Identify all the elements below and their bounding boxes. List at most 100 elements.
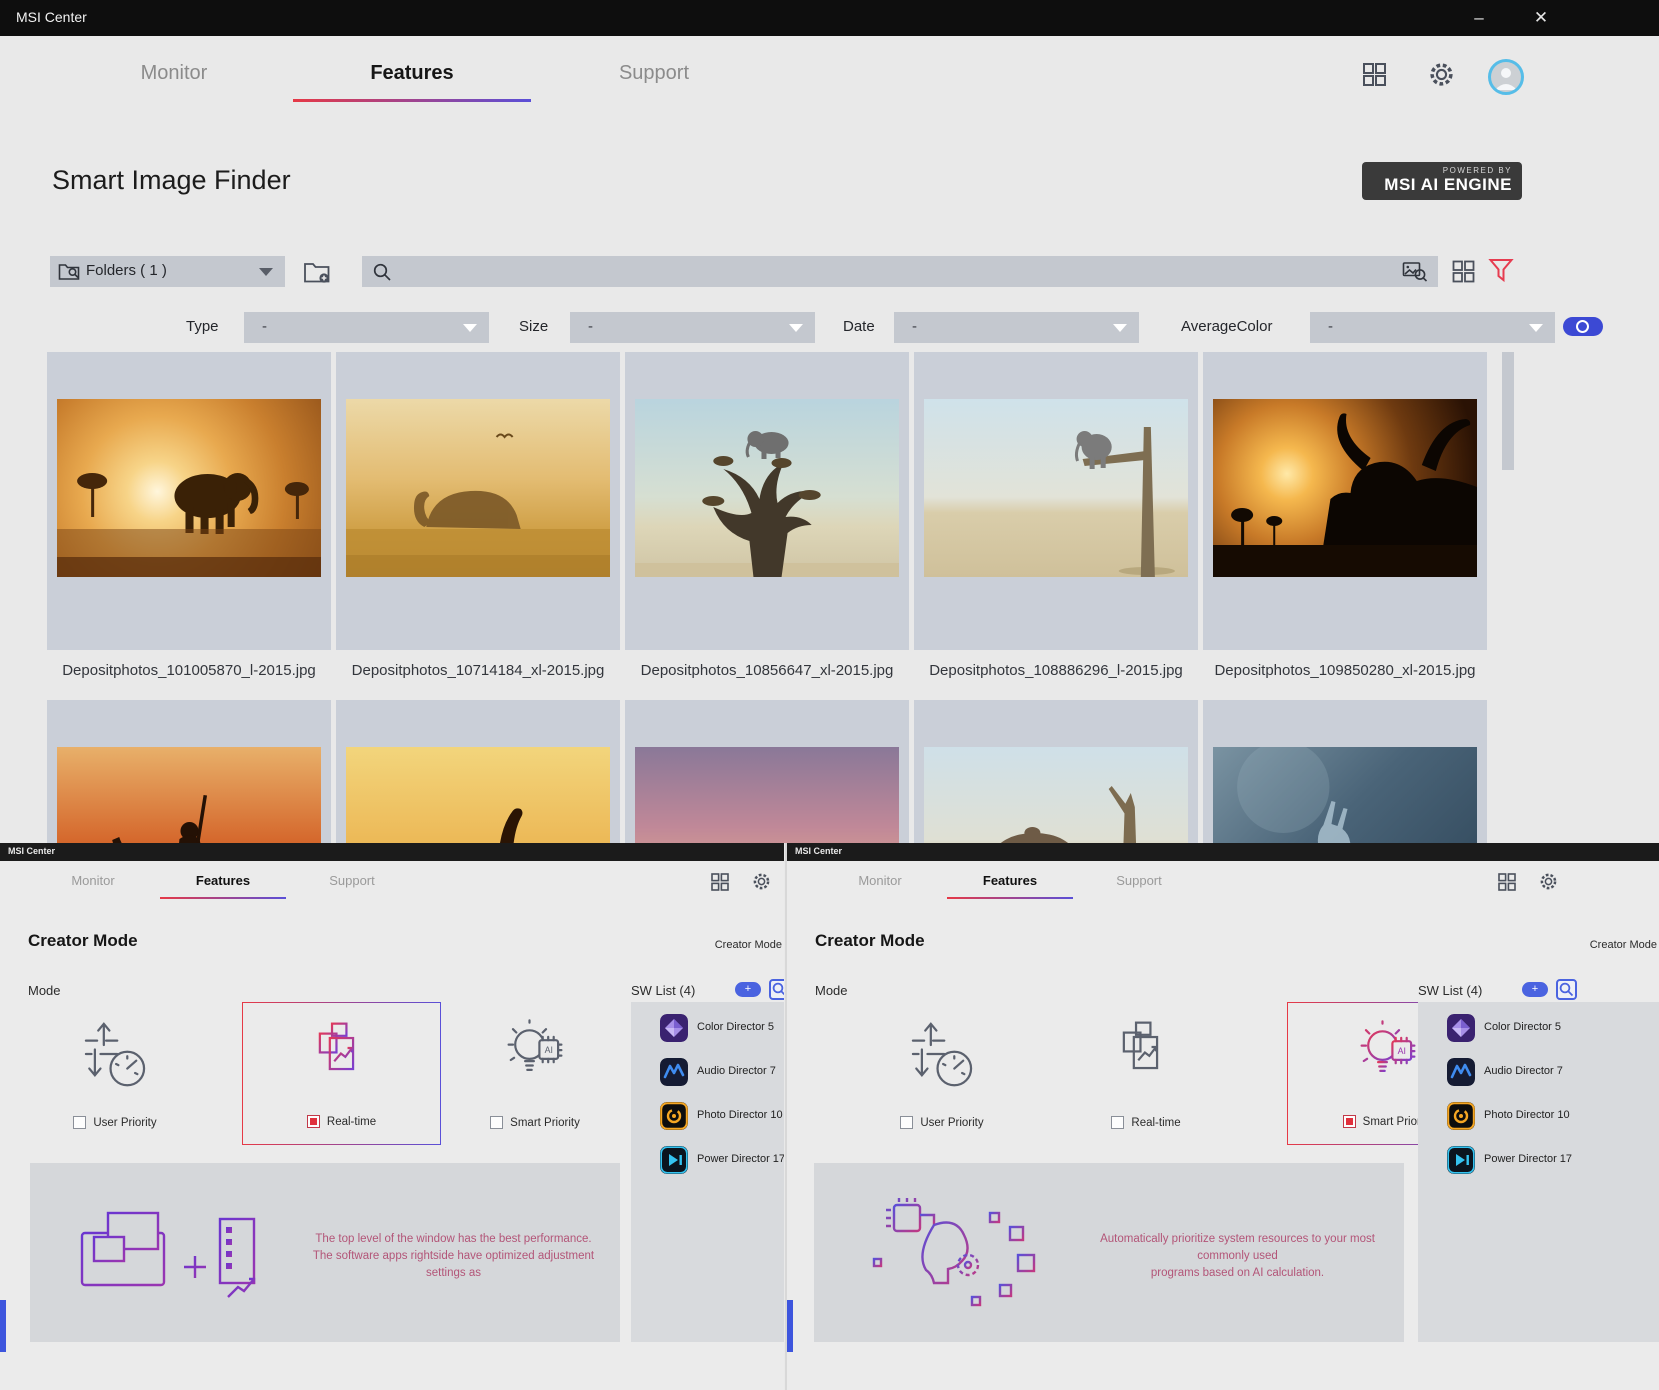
photo-elephant-on-tree[interactable] [635, 399, 899, 577]
mode-option-user-priority[interactable]: User Priority [30, 1002, 200, 1145]
chevron-down-icon [1529, 324, 1543, 332]
sw-add-button[interactable]: + [1522, 982, 1548, 997]
sw-search-button[interactable] [1556, 979, 1577, 1000]
apps-grid-icon[interactable] [1362, 62, 1387, 92]
grid-view-icon[interactable] [1452, 260, 1475, 288]
user-priority-checkbox[interactable] [73, 1116, 86, 1129]
description-line2: programs based on AI calculation. [1079, 1265, 1396, 1282]
scrollbar-thumb-blue[interactable] [0, 1300, 6, 1352]
sw-item-power-director[interactable]: Power Director 17 [631, 1138, 784, 1184]
image-card[interactable] [625, 352, 909, 650]
filter-toggle-switch[interactable] [1563, 317, 1603, 336]
photo-longhorn-sunset[interactable] [1213, 399, 1477, 577]
photo-deer-abstract[interactable] [1213, 747, 1477, 843]
search-input[interactable] [396, 256, 1390, 289]
tab-monitor[interactable]: Monitor [53, 871, 133, 891]
add-folder-button[interactable] [303, 259, 331, 290]
image-card[interactable] [1203, 700, 1487, 843]
mode-option-real-time[interactable]: Real-time [242, 1002, 441, 1145]
user-priority-icon [852, 1016, 1032, 1100]
creator-mode-link[interactable]: Creator Mode [715, 939, 782, 951]
photo-elephant-sunrise[interactable] [57, 399, 321, 577]
mode-option-label: Smart Priority [510, 1117, 580, 1129]
sw-item-photo-director[interactable]: Photo Director 10 [1418, 1094, 1659, 1140]
user-priority-checkbox[interactable] [900, 1116, 913, 1129]
mode-option-smart-priority[interactable]: AI Smart Priority [450, 1002, 620, 1145]
scrollbar-thumb-blue[interactable] [787, 1300, 793, 1352]
image-card[interactable] [47, 700, 331, 843]
sw-item-audio-director[interactable]: Audio Director 7 [1418, 1050, 1659, 1096]
mode-option-label: Real-time [327, 1116, 376, 1128]
tab-monitor[interactable]: Monitor [124, 58, 224, 88]
user-avatar[interactable] [1488, 59, 1524, 95]
tab-support[interactable]: Support [312, 871, 392, 891]
photo-rhino-desert[interactable] [924, 747, 1188, 843]
image-card[interactable] [336, 700, 620, 843]
page-title: Smart Image Finder [52, 165, 291, 196]
photo-elephant-haze[interactable] [346, 399, 610, 577]
image-card[interactable] [336, 352, 620, 650]
smart-priority-checkbox[interactable] [1343, 1115, 1356, 1128]
sw-item-name: Photo Director 10 [697, 1109, 783, 1121]
minimize-button[interactable]: – [1457, 4, 1501, 32]
image-filename: Depositphotos_101005870_l-2015.jpg [39, 662, 339, 679]
sw-item-color-director[interactable]: Color Director 5 [631, 1006, 784, 1052]
real-time-checkbox[interactable] [307, 1115, 320, 1128]
apps-grid-icon[interactable] [1498, 873, 1516, 896]
photo-horse-rider-sunset[interactable] [57, 747, 321, 843]
sw-item-photo-director[interactable]: Photo Director 10 [631, 1094, 784, 1140]
settings-gear-icon[interactable] [1539, 872, 1558, 896]
vertical-scrollbar-thumb[interactable] [1502, 352, 1514, 470]
sw-list-label: SW List (4) [1418, 983, 1482, 998]
filter-averagecolor-dropdown[interactable]: - [1310, 312, 1555, 343]
sw-search-button[interactable] [769, 979, 784, 1000]
filter-type-dropdown[interactable]: - [244, 312, 489, 343]
tab-features[interactable]: Features [183, 871, 263, 891]
close-button[interactable]: ✕ [1519, 4, 1563, 32]
sw-item-power-director[interactable]: Power Director 17 [1418, 1138, 1659, 1184]
folders-dropdown[interactable]: Folders ( 1 ) [50, 256, 285, 287]
sw-item-audio-director[interactable]: Audio Director 7 [631, 1050, 784, 1096]
filter-size-value: - [588, 318, 593, 335]
filter-date-dropdown[interactable]: - [894, 312, 1139, 343]
sw-add-button[interactable]: + [735, 982, 761, 997]
image-card[interactable] [914, 700, 1198, 843]
tab-support[interactable]: Support [604, 58, 704, 88]
real-time-checkbox[interactable] [1111, 1116, 1124, 1129]
user-priority-icon [30, 1016, 200, 1100]
image-card[interactable] [1203, 352, 1487, 650]
image-card[interactable] [625, 700, 909, 843]
mode-option-real-time[interactable]: Real-time [1056, 1002, 1236, 1145]
apps-grid-icon[interactable] [711, 873, 729, 896]
search-field[interactable] [362, 256, 1438, 287]
color-director-icon [660, 1014, 688, 1042]
mode-option-user-priority[interactable]: User Priority [852, 1002, 1032, 1145]
image-card[interactable] [47, 352, 331, 650]
title-bar[interactable]: MSI Center [0, 843, 784, 861]
smart-priority-checkbox[interactable] [490, 1116, 503, 1129]
settings-gear-icon[interactable] [1428, 61, 1455, 93]
creator-mode-link[interactable]: Creator Mode [1590, 939, 1657, 951]
sw-item-color-director[interactable]: Color Director 5 [1418, 1006, 1659, 1052]
photo-dinosaur-silhouette[interactable] [346, 747, 610, 843]
smart-priority-icon: AI [450, 1016, 620, 1100]
filter-size-dropdown[interactable]: - [570, 312, 815, 343]
image-card[interactable] [914, 352, 1198, 650]
filter-averagecolor-label: AverageColor [1181, 318, 1272, 335]
tab-features[interactable]: Features [352, 58, 472, 88]
image-search-icon[interactable] [1402, 261, 1428, 287]
title-bar[interactable]: MSI Center – ✕ [0, 0, 1659, 36]
tab-monitor[interactable]: Monitor [840, 871, 920, 891]
title-bar[interactable]: MSI Center [787, 843, 1659, 861]
settings-gear-icon[interactable] [752, 872, 771, 896]
photo-fox-purple-sky[interactable] [635, 747, 899, 843]
mode-description-panel: The top level of the window has the best… [30, 1163, 620, 1342]
active-tab-underline [947, 897, 1073, 899]
image-filename: Depositphotos_10856647_xl-2015.jpg [617, 662, 917, 679]
tab-features[interactable]: Features [970, 871, 1050, 891]
description-line2: The software apps rightside have optimiz… [295, 1248, 612, 1282]
tab-support[interactable]: Support [1099, 871, 1179, 891]
sw-item-name: Power Director 17 [1484, 1153, 1572, 1165]
filter-funnel-icon[interactable] [1488, 257, 1514, 289]
photo-elephant-on-branch[interactable] [924, 399, 1188, 577]
